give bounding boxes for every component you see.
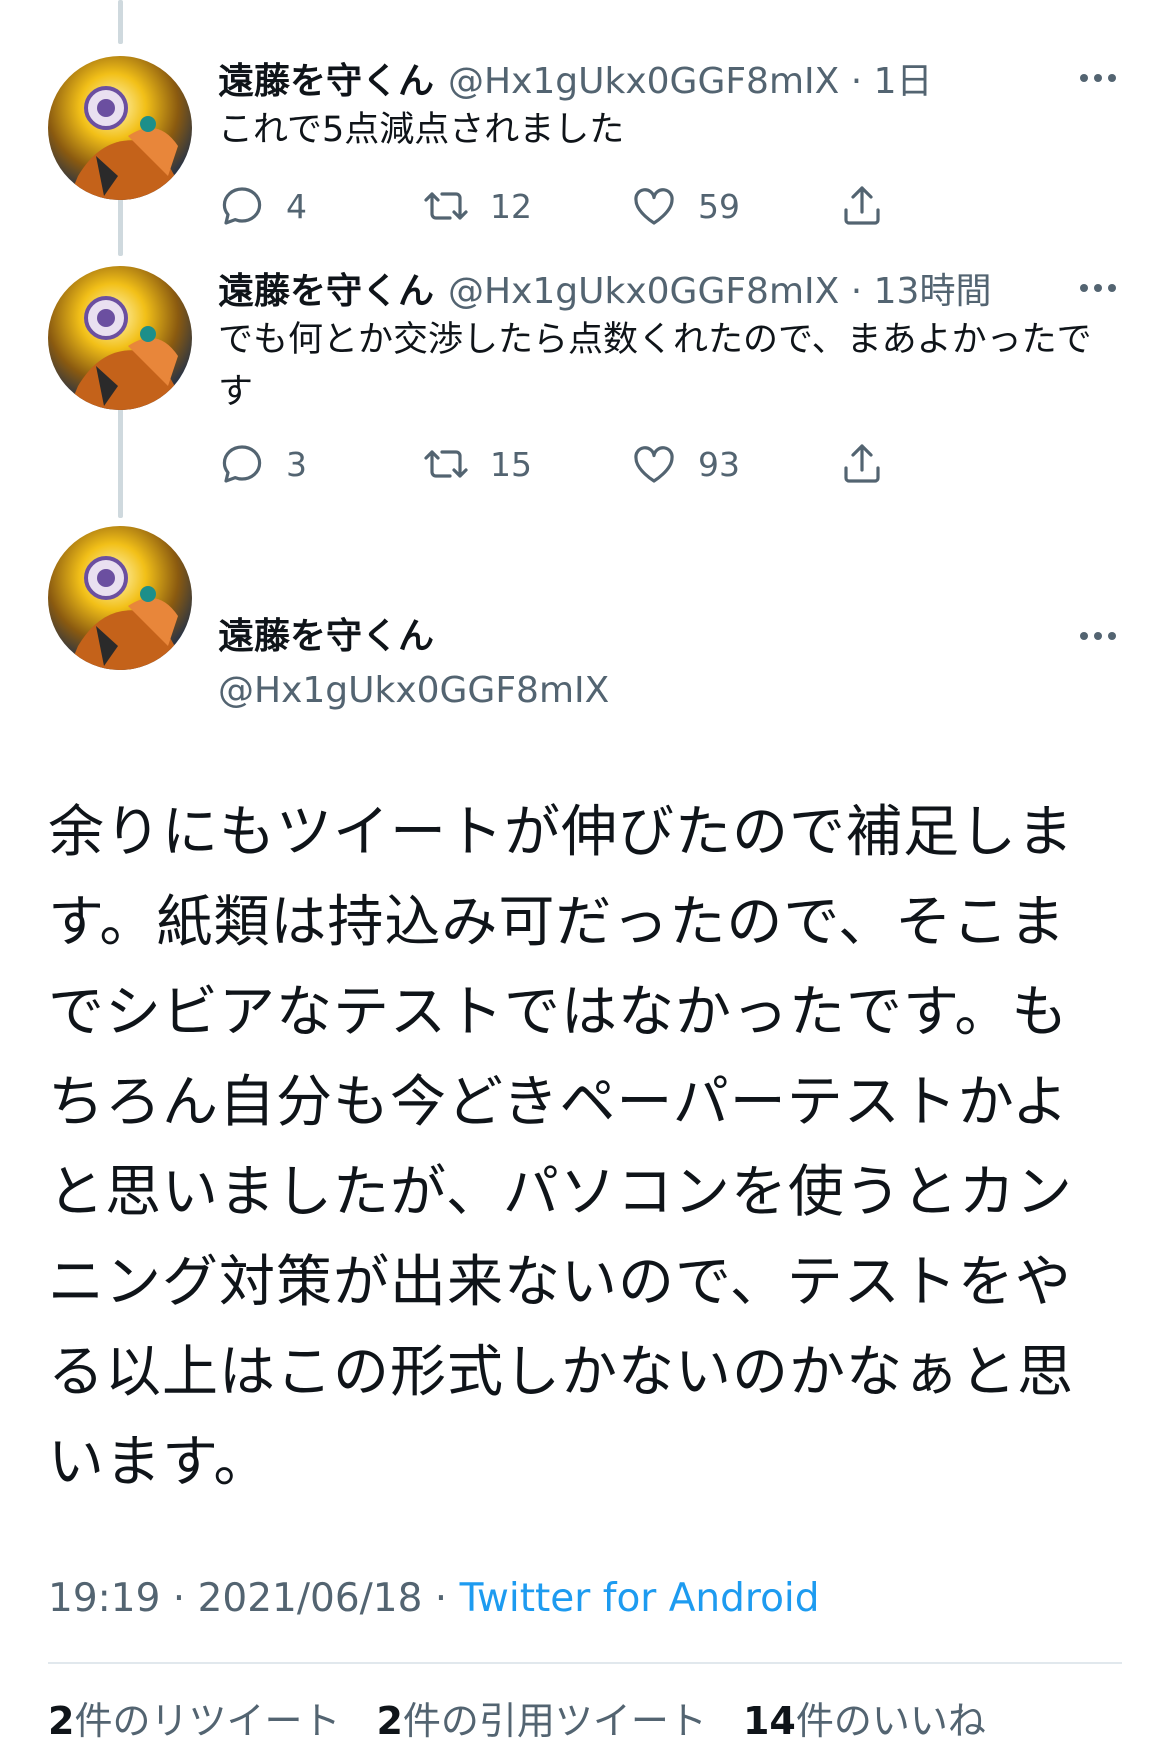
avatar-image (48, 266, 192, 410)
avatar[interactable] (48, 266, 192, 410)
tweet-header: 遠藤を守くん @Hx1gUkx0GGF8mIX · 13時間 (218, 264, 1122, 312)
reply-count: 3 (286, 444, 307, 484)
tweet-time: 1日 (873, 61, 933, 102)
like-icon (634, 446, 674, 483)
more-icon[interactable] (1074, 612, 1122, 660)
share-button[interactable] (838, 176, 886, 236)
tweet-source-link[interactable]: Twitter for Android (460, 1576, 820, 1621)
quote-stat[interactable]: 2件の引用ツイート (376, 1690, 706, 1745)
retweet-stat[interactable]: 2件のリツイート (48, 1690, 340, 1745)
like-count: 59 (698, 186, 740, 226)
thread-line (118, 408, 123, 518)
avatar-image (48, 56, 192, 200)
tweet-meta: 19:19 · 2021/06/18 · Twitter for Android (48, 1576, 820, 1621)
tweet-text: でも何とか交渉したら点数くれたので、まあよかったです (218, 320, 1092, 412)
retweet-icon (424, 450, 468, 478)
display-name[interactable]: 遠藤を守くん (218, 52, 434, 104)
tweet-time: 13時間 (873, 271, 992, 312)
share-icon (844, 444, 880, 483)
display-name[interactable]: 遠藤を守くん (218, 262, 434, 314)
tweet-text: これで5点減点されました (218, 110, 625, 150)
reply-button[interactable]: 4 (218, 176, 307, 236)
retweet-count: 12 (490, 186, 532, 226)
retweet-icon (424, 192, 468, 220)
thread-line (118, 0, 123, 44)
tweet-date: 2021/06/18 (197, 1576, 423, 1621)
like-icon (634, 188, 674, 225)
main-tweet-header: 遠藤を守くん @Hx1gUkx0GGF8mIX (218, 612, 1122, 716)
retweet-button[interactable]: 15 (422, 434, 532, 494)
reply-icon (222, 445, 262, 483)
share-button[interactable] (838, 434, 886, 494)
main-tweet-text: 余りにもツイートが伸びたので補足します。紙類は持込み可だったので、そこまでシビア… (48, 800, 1074, 1495)
share-icon (844, 186, 880, 225)
thread-tweet[interactable]: 遠藤を守くん @Hx1gUkx0GGF8mIX · 1日 これで5点減点されまし… (218, 54, 1122, 156)
like-button[interactable]: 59 (630, 176, 740, 236)
display-name[interactable]: 遠藤を守くん (218, 612, 1122, 662)
divider (48, 1662, 1122, 1664)
more-icon[interactable] (1074, 54, 1122, 102)
reply-icon (222, 187, 262, 225)
reply-button[interactable]: 3 (218, 434, 307, 494)
avatar-image (48, 526, 192, 670)
reply-count: 4 (286, 186, 307, 226)
avatar[interactable] (48, 56, 192, 200)
tweet-time: 19:19 (48, 1576, 161, 1621)
like-stat[interactable]: 14件のいいね (743, 1690, 986, 1745)
tweet-header: 遠藤を守くん @Hx1gUkx0GGF8mIX · 1日 (218, 54, 1122, 102)
user-handle: @Hx1gUkx0GGF8mIX · 13時間 (448, 271, 992, 312)
tweet-actions: 3 15 93 (218, 434, 978, 494)
avatar[interactable] (48, 526, 192, 670)
retweet-button[interactable]: 12 (422, 176, 532, 236)
thread-line (118, 196, 123, 256)
user-handle: @Hx1gUkx0GGF8mIX · 1日 (448, 61, 933, 102)
tweet-actions: 4 12 59 (218, 176, 978, 236)
user-handle[interactable]: @Hx1gUkx0GGF8mIX (218, 666, 1122, 716)
more-icon[interactable] (1074, 264, 1122, 312)
tweet-stats: 2件のリツイート 2件の引用ツイート 14件のいいね (48, 1690, 986, 1745)
like-count: 93 (698, 444, 740, 484)
retweet-count: 15 (490, 444, 532, 484)
like-button[interactable]: 93 (630, 434, 740, 494)
thread-tweet[interactable]: 遠藤を守くん @Hx1gUkx0GGF8mIX · 13時間 でも何とか交渉した… (218, 264, 1122, 418)
